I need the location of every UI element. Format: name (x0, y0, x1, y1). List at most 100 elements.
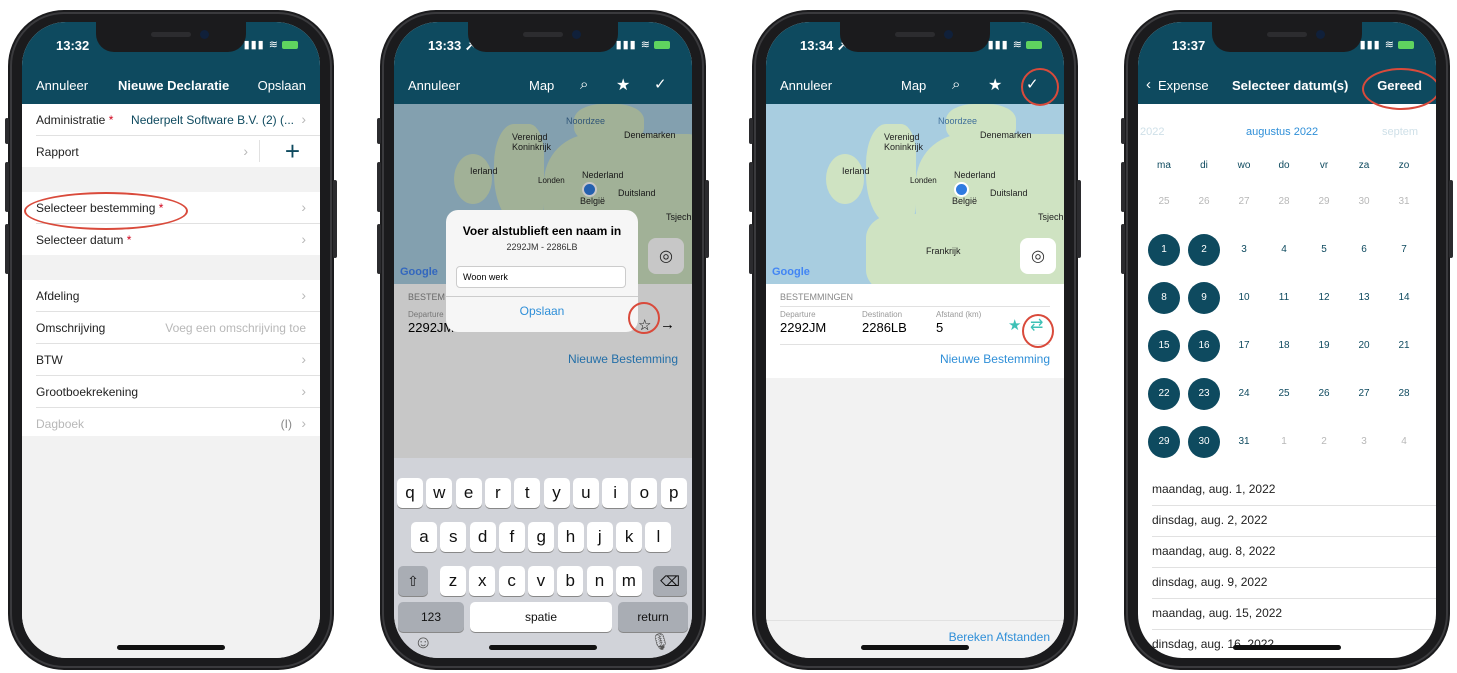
departure-value[interactable]: 2292JM (780, 320, 826, 335)
calculate-distances-button[interactable]: Bereken Afstanden (949, 630, 1050, 644)
calendar-day[interactable]: 31 (1388, 186, 1420, 218)
key-k[interactable]: k (616, 522, 643, 552)
calendar-day-selected[interactable]: 2 (1188, 234, 1220, 266)
calendar-day[interactable]: 29 (1308, 186, 1340, 218)
grootboek-row[interactable]: Grootboekrekening › (36, 376, 320, 408)
calendar-day[interactable]: 19 (1308, 330, 1340, 362)
calendar-day[interactable]: 28 (1268, 186, 1300, 218)
chevron-left-icon[interactable]: ‹ (1146, 76, 1151, 93)
dialog-save-button[interactable]: Opslaan (446, 304, 638, 318)
btw-row[interactable]: BTW › (36, 344, 320, 376)
calendar-day[interactable]: 20 (1348, 330, 1380, 362)
selected-date-row[interactable]: maandag, aug. 1, 2022 (1152, 474, 1436, 506)
key-t[interactable]: t (514, 478, 541, 508)
selected-date-row[interactable]: maandag, aug. 15, 2022 (1152, 598, 1436, 630)
calendar-day[interactable]: 31 (1228, 426, 1260, 458)
add-report-button[interactable]: + (285, 136, 300, 166)
key-z[interactable]: z (440, 566, 466, 596)
key-j[interactable]: j (586, 522, 613, 552)
key-c[interactable]: c (498, 566, 525, 596)
key-g[interactable]: g (528, 522, 555, 552)
calendar-day-selected[interactable]: 15 (1148, 330, 1180, 362)
calendar-day[interactable]: 28 (1388, 378, 1420, 410)
return-key[interactable]: return (618, 602, 688, 632)
my-location-button[interactable]: ◎ (1020, 238, 1056, 274)
calendar-day-selected[interactable]: 9 (1188, 282, 1220, 314)
calendar-day[interactable]: 26 (1308, 378, 1340, 410)
key-s[interactable]: s (440, 522, 467, 552)
cancel-button[interactable]: Annuleer (780, 78, 832, 93)
calendar-day[interactable]: 11 (1268, 282, 1300, 314)
calendar-day[interactable]: 3 (1228, 234, 1260, 266)
next-month-label[interactable]: septem (1382, 126, 1418, 138)
calendar-day[interactable]: 27 (1228, 186, 1260, 218)
omschrijving-input[interactable]: Voeg een omschrijving toe (165, 321, 306, 335)
calendar-day[interactable]: 3 (1348, 426, 1380, 458)
omschrijving-row[interactable]: Omschrijving Voeg een omschrijving toe (36, 312, 320, 344)
calendar-day[interactable]: 13 (1348, 282, 1380, 314)
numbers-key[interactable]: 123 (398, 602, 464, 632)
calendar-day-selected[interactable]: 29 (1148, 426, 1180, 458)
calendar-day[interactable]: 6 (1348, 234, 1380, 266)
name-input[interactable]: Woon werk (456, 266, 626, 288)
key-y[interactable]: y (543, 478, 570, 508)
calendar-day[interactable]: 17 (1228, 330, 1260, 362)
key-e[interactable]: e (455, 478, 482, 508)
selected-date-row[interactable]: dinsdag, aug. 16, 2022 (1152, 629, 1436, 658)
star-filled-icon[interactable]: ★ (1008, 316, 1021, 334)
calendar-day-selected[interactable]: 30 (1188, 426, 1220, 458)
calendar-day[interactable]: 24 (1228, 378, 1260, 410)
calendar-day[interactable]: 14 (1388, 282, 1420, 314)
prev-month-label[interactable]: 2022 (1140, 126, 1164, 138)
new-destination-link[interactable]: Nieuwe Bestemming (940, 352, 1050, 366)
calendar-day[interactable]: 18 (1268, 330, 1300, 362)
administratie-row[interactable]: Administratie * Nederpelt Software B.V. … (36, 104, 320, 136)
key-l[interactable]: l (645, 522, 672, 552)
calendar-day[interactable]: 5 (1308, 234, 1340, 266)
calendar-day-selected[interactable]: 8 (1148, 282, 1180, 314)
key-f[interactable]: f (498, 522, 525, 552)
map-view[interactable]: Noordzee Verenigd Koninkrijk Denemarken … (766, 104, 1064, 284)
calendar-day[interactable]: 25 (1148, 186, 1180, 218)
key-n[interactable]: n (586, 566, 613, 596)
key-w[interactable]: w (426, 478, 453, 508)
key-d[interactable]: d (469, 522, 496, 552)
shift-key[interactable]: ⇧ (398, 566, 428, 596)
calendar-day[interactable]: 10 (1228, 282, 1260, 314)
selected-date-row[interactable]: maandag, aug. 8, 2022 (1152, 536, 1436, 568)
key-h[interactable]: h (557, 522, 584, 552)
calendar-day[interactable]: 26 (1188, 186, 1220, 218)
search-icon[interactable]: ⌕ (952, 76, 960, 93)
calendar-day[interactable]: 12 (1308, 282, 1340, 314)
calendar-day[interactable]: 21 (1388, 330, 1420, 362)
calendar-day-selected[interactable]: 1 (1148, 234, 1180, 266)
key-q[interactable]: q (397, 478, 423, 508)
calendar-day-selected[interactable]: 22 (1148, 378, 1180, 410)
key-b[interactable]: b (557, 566, 584, 596)
calendar-day[interactable]: 1 (1268, 426, 1300, 458)
calendar-day[interactable]: 30 (1348, 186, 1380, 218)
selected-date-row[interactable]: dinsdag, aug. 2, 2022 (1152, 505, 1436, 537)
key-i[interactable]: i (602, 478, 629, 508)
calendar-day-selected[interactable]: 16 (1188, 330, 1220, 362)
cancel-button[interactable]: Annuleer (408, 78, 460, 93)
backspace-key[interactable]: ⌫ (653, 566, 687, 596)
calendar-day-selected[interactable]: 23 (1188, 378, 1220, 410)
key-x[interactable]: x (469, 566, 496, 596)
star-icon[interactable]: ★ (988, 75, 1002, 95)
search-icon[interactable]: ⌕ (580, 76, 588, 93)
selected-date-row[interactable]: dinsdag, aug. 9, 2022 (1152, 567, 1436, 599)
destination-value[interactable]: 2286LB (862, 320, 907, 335)
calendar-day[interactable]: 4 (1268, 234, 1300, 266)
calendar-day[interactable]: 2 (1308, 426, 1340, 458)
rapport-row[interactable]: Rapport › + (36, 136, 320, 167)
key-m[interactable]: m (615, 566, 642, 596)
cancel-button[interactable]: Annuleer (36, 78, 88, 93)
calendar-day[interactable]: 27 (1348, 378, 1380, 410)
save-button[interactable]: Opslaan (258, 78, 306, 93)
key-u[interactable]: u (572, 478, 599, 508)
key-r[interactable]: r (484, 478, 511, 508)
key-v[interactable]: v (527, 566, 554, 596)
space-key[interactable]: spatie (470, 602, 612, 632)
star-icon[interactable]: ★ (616, 75, 630, 95)
